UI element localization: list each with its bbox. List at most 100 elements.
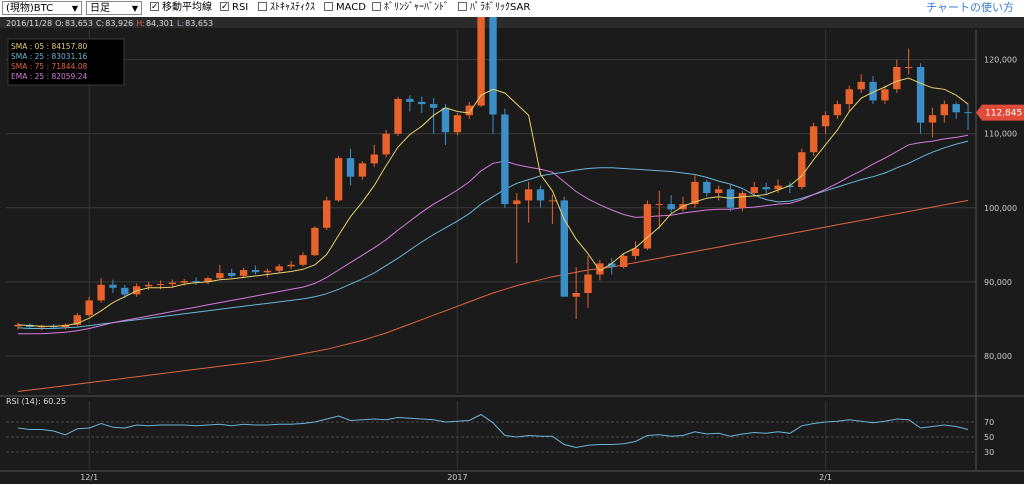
ohlc-open-key: O: (55, 19, 64, 28)
symbol-select-value: (現物)BTC (6, 3, 54, 14)
candle-body (667, 204, 675, 210)
candle-body (239, 270, 248, 276)
candle-body (715, 189, 723, 193)
candle-body (845, 89, 853, 105)
y-tick-label: 100,000 (984, 204, 1017, 213)
rsi-label: RSI (14): 60.25 (6, 397, 66, 406)
candle-body (893, 67, 901, 90)
checkbox-icon (372, 2, 381, 11)
ohlc-high: 84,301 (146, 19, 174, 28)
checkbox-rsi[interactable]: RSI (220, 0, 249, 15)
y-tick-label: 120,000 (984, 56, 1017, 65)
candle-body (228, 273, 236, 276)
candle-body (821, 115, 830, 127)
candle-body (952, 104, 960, 113)
checkbox-icon (150, 0, 159, 14)
ohlc-high-key: H: (136, 19, 145, 28)
candle-body (334, 158, 343, 201)
candle-body (524, 189, 533, 201)
candle-body (121, 287, 129, 295)
checkbox-macd[interactable]: MACD (324, 1, 366, 15)
candle-body (382, 133, 390, 155)
candle-body (216, 273, 224, 279)
candle-body (144, 284, 153, 287)
candle-body (489, 17, 497, 115)
candle-body (394, 98, 402, 134)
candle-body (964, 112, 972, 114)
candle-body (810, 126, 818, 153)
candle-body (406, 98, 414, 102)
symbol-select[interactable]: (現物)BTC ▼ (2, 1, 82, 15)
checkbox-parabolic-sar[interactable]: ﾊﾟﾗﾎﾞﾘｯｸSAR (458, 1, 530, 15)
rsi-tick-label: 70 (984, 418, 994, 427)
y-tick-label: 80,000 (984, 352, 1012, 361)
candle-body (346, 158, 355, 177)
candle-body (738, 193, 747, 208)
chart-help-link[interactable]: チャートの使い方 (926, 1, 1014, 15)
checkbox-stochastics[interactable]: ｽﾄｷｬｽﾃｨｸｽ (258, 1, 315, 15)
candle-body (97, 284, 105, 301)
candle-body (477, 17, 485, 106)
ohlc-close-key: C: (96, 19, 104, 28)
candle-body (453, 115, 462, 133)
legend-ema25: EMA : 25 : 82059.24 (11, 72, 87, 81)
checkbox-icon (324, 2, 333, 11)
candle-body (536, 189, 545, 201)
candle-body (168, 282, 177, 285)
ohlc-open: 83,653 (65, 19, 93, 28)
legend-sma75: SMA : 75 : 71844.08 (11, 62, 88, 71)
chevron-down-icon: ▼ (71, 4, 78, 13)
candle-body (560, 200, 568, 297)
candle-body (85, 300, 93, 316)
candle-body (465, 105, 473, 116)
candle-body (857, 81, 865, 90)
candle-body (584, 274, 592, 293)
checkbox-label: ｽﾄｷｬｽﾃｨｸｽ (270, 2, 315, 13)
period-select-value: 日足 (90, 3, 110, 14)
candle-body (501, 114, 509, 205)
candle-body (940, 104, 948, 116)
candle-body (798, 152, 806, 187)
x-tick-label: 2017 (447, 473, 467, 482)
candle-body (928, 115, 937, 123)
rsi-tick-label: 50 (984, 433, 994, 442)
candle-body (358, 163, 367, 177)
period-select[interactable]: 日足 ▼ (86, 1, 142, 15)
candle-body (572, 293, 580, 297)
candle-body (287, 264, 295, 267)
checkbox-bollinger[interactable]: ﾎﾞﾘﾝｼﾞｬｰﾊﾞﾝﾄﾞ (372, 1, 449, 15)
checkbox-icon (220, 0, 229, 14)
candle-body (881, 89, 889, 101)
checkbox-label: RSI (232, 2, 249, 13)
checkbox-icon (458, 2, 467, 11)
rsi-tick-label: 30 (984, 448, 994, 457)
candle-body (441, 107, 450, 133)
candle-body (548, 200, 557, 202)
legend-sma25: SMA : 25 : 83031.16 (11, 52, 88, 61)
candle-body (762, 187, 770, 190)
candle-body (370, 154, 378, 164)
candle-body (180, 281, 188, 283)
ohlc-close: 83,926 (105, 19, 133, 28)
candle-body (418, 101, 426, 105)
checkbox-moving-average[interactable]: 移動平均線 (150, 0, 212, 15)
candle-body (750, 187, 758, 193)
candle-body (620, 255, 628, 267)
ohlc-date: 2016/11/28 (6, 19, 52, 28)
legend-sma05: SMA : 05 : 84157.80 (11, 42, 88, 51)
price-chart: 2016/11/28 O:83,653 C:83,926 H:84,301 L:83,6… (0, 17, 1024, 484)
x-tick-label: 12/1 (80, 473, 98, 482)
candle-body (263, 270, 272, 273)
checkbox-icon (258, 2, 267, 11)
y-tick-label: 90,000 (984, 278, 1012, 287)
candle-body (655, 204, 663, 206)
ohlc-low: 83,653 (185, 19, 213, 28)
candle-body (513, 200, 521, 205)
candle-body (299, 255, 307, 265)
checkbox-label: ﾎﾞﾘﾝｼﾞｬｰﾊﾞﾝﾄﾞ (384, 2, 449, 13)
candle-body (429, 104, 438, 108)
candle-body (251, 270, 260, 273)
candle-body (905, 67, 913, 68)
candle-body (156, 284, 165, 286)
candle-body (916, 67, 925, 123)
